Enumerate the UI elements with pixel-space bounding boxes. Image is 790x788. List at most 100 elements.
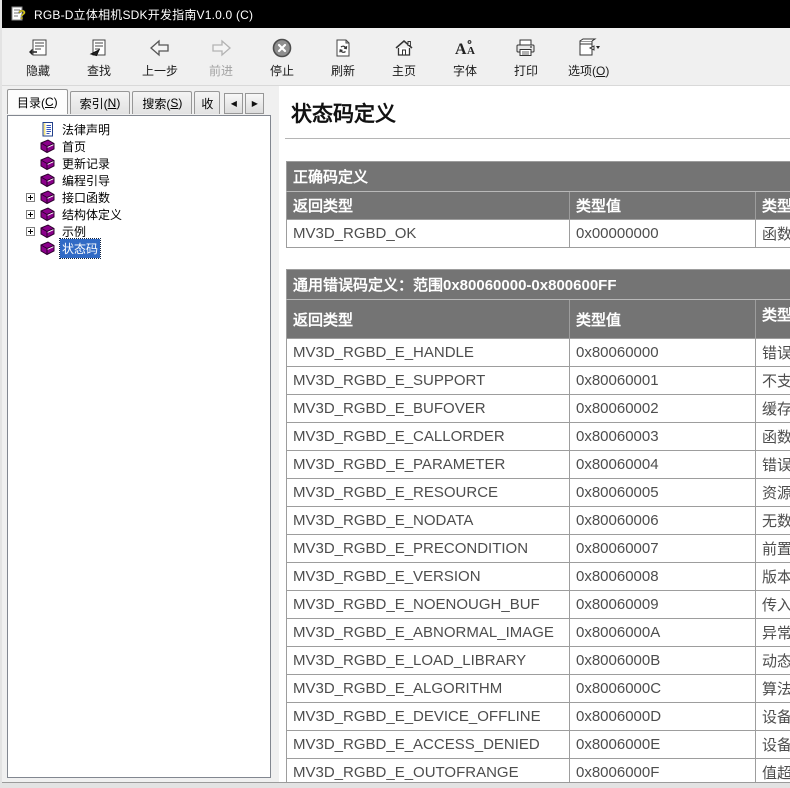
table-cell: 0x80060003 bbox=[570, 423, 756, 451]
options-button[interactable]: 选项(O) bbox=[561, 32, 616, 84]
success-codes-table: 正确码定义返回类型类型值类型值MV3D_RGBD_OK0x00000000函数调 bbox=[286, 161, 790, 248]
table-cell: MV3D_RGBD_E_ACCESS_DENIED bbox=[287, 731, 570, 759]
refresh-button[interactable]: 刷新 bbox=[317, 32, 369, 84]
home-icon bbox=[393, 36, 415, 60]
table-cell: 0x80060005 bbox=[570, 479, 756, 507]
table-cell: MV3D_RGBD_OK bbox=[287, 220, 570, 248]
back-button[interactable]: 上一步 bbox=[134, 32, 186, 84]
home-button[interactable]: 主页 bbox=[378, 32, 430, 84]
table-row: MV3D_RGBD_E_PARAMETER0x80060004错误的 bbox=[287, 451, 790, 479]
table-cell: 0x80060008 bbox=[570, 563, 756, 591]
table-cell: MV3D_RGBD_E_NODATA bbox=[287, 507, 570, 535]
book-icon bbox=[39, 224, 56, 239]
expand-plus-icon[interactable] bbox=[26, 227, 35, 236]
table-row: MV3D_RGBD_E_CALLORDER0x80060003函数调 bbox=[287, 423, 790, 451]
tree-item-示例[interactable]: 示例 bbox=[10, 223, 268, 240]
table-cell: 错误的 bbox=[756, 451, 790, 479]
tab-index[interactable]: 索引(N) bbox=[70, 91, 131, 114]
book-icon bbox=[39, 156, 56, 171]
locate-icon bbox=[88, 36, 110, 60]
table-cell: MV3D_RGBD_E_CALLORDER bbox=[287, 423, 570, 451]
tree-item-编程引导[interactable]: 编程引导 bbox=[10, 172, 268, 189]
table-row: MV3D_RGBD_OK0x00000000函数调 bbox=[287, 220, 790, 248]
tree-item-接口函数[interactable]: 接口函数 bbox=[10, 189, 268, 206]
table-caption: 正确码定义 bbox=[287, 162, 790, 192]
table-cell: MV3D_RGBD_E_ALGORITHM bbox=[287, 675, 570, 703]
titlebar[interactable]: ? RGB-D立体相机SDK开发指南V1.0.0 (C) bbox=[2, 0, 790, 28]
contents-tree: 法律声明首页更新记录编程引导接口函数结构体定义示例状态码 bbox=[7, 115, 271, 778]
tab-favorites[interactable]: 收 bbox=[194, 91, 220, 114]
table-row: MV3D_RGBD_E_BUFOVER0x80060002缓存已 bbox=[287, 395, 790, 423]
table-row: MV3D_RGBD_E_ALGORITHM0x8006000C算法错 bbox=[287, 675, 790, 703]
tab-scroll-right-button[interactable]: ▶ bbox=[245, 93, 264, 114]
back-icon bbox=[147, 36, 173, 60]
column-header: 返回类型 bbox=[287, 192, 570, 220]
error-codes-table: 通用错误码定义：范围0x80060000-0x800600FF返回类型类型值类型… bbox=[286, 269, 790, 782]
tab-scroll-left-button[interactable]: ◀ bbox=[224, 93, 243, 114]
table-cell: 0x8006000B bbox=[570, 647, 756, 675]
table-cell: 动态导 bbox=[756, 647, 790, 675]
expand-plus-icon[interactable] bbox=[26, 193, 35, 202]
table-cell: MV3D_RGBD_E_DEVICE_OFFLINE bbox=[287, 703, 570, 731]
table-row: MV3D_RGBD_E_ACCESS_DENIED0x8006000E设备无 bbox=[287, 731, 790, 759]
table-cell: 函数调 bbox=[756, 220, 790, 248]
tree-item-首页[interactable]: 首页 bbox=[10, 138, 268, 155]
table-row: MV3D_RGBD_E_LOAD_LIBRARY0x8006000B动态导 bbox=[287, 647, 790, 675]
table-row: MV3D_RGBD_E_VERSION0x80060008版本不 bbox=[287, 563, 790, 591]
toolbar-button-label: 前进 bbox=[209, 62, 233, 79]
title-divider bbox=[285, 138, 790, 139]
table-cell: MV3D_RGBD_E_NOENOUGH_BUF bbox=[287, 591, 570, 619]
table-cell: MV3D_RGBD_E_PARAMETER bbox=[287, 451, 570, 479]
book-icon bbox=[39, 241, 56, 256]
table-cell: 传入的 bbox=[756, 591, 790, 619]
toolbar-button-label: 上一步 bbox=[142, 62, 178, 79]
column-header: 类型值 bbox=[756, 300, 790, 339]
column-header: 返回类型 bbox=[287, 300, 570, 339]
table-cell: 0x00000000 bbox=[570, 220, 756, 248]
table-cell: 0x80060006 bbox=[570, 507, 756, 535]
book-icon bbox=[39, 173, 56, 188]
table-cell: MV3D_RGBD_E_LOAD_LIBRARY bbox=[287, 647, 570, 675]
tab-search[interactable]: 搜索(S) bbox=[132, 91, 192, 114]
table-cell: 前置条 bbox=[756, 535, 790, 563]
table-row: MV3D_RGBD_E_RESOURCE0x80060005资源申 bbox=[287, 479, 790, 507]
hide-icon bbox=[27, 36, 49, 60]
locate-button[interactable]: 查找 bbox=[73, 32, 125, 84]
table-cell: MV3D_RGBD_E_VERSION bbox=[287, 563, 570, 591]
tab-contents[interactable]: 目录(C) bbox=[7, 89, 68, 114]
toolbar-button-label: 选项(O) bbox=[568, 62, 609, 79]
tree-item-结构体定义[interactable]: 结构体定义 bbox=[10, 206, 268, 223]
column-header: 类型值 bbox=[570, 300, 756, 339]
table-cell: 值超出 bbox=[756, 759, 790, 783]
tree-item-法律声明[interactable]: 法律声明 bbox=[10, 121, 268, 138]
hide-button[interactable]: 隐藏 bbox=[12, 32, 64, 84]
table-cell: 版本不 bbox=[756, 563, 790, 591]
table-cell: 算法错 bbox=[756, 675, 790, 703]
table-cell: 0x80060001 bbox=[570, 367, 756, 395]
svg-text:?: ? bbox=[18, 7, 26, 22]
table-row: MV3D_RGBD_E_NOENOUGH_BUF0x80060009传入的 bbox=[287, 591, 790, 619]
table-cell: MV3D_RGBD_E_RESOURCE bbox=[287, 479, 570, 507]
forward-icon bbox=[208, 36, 234, 60]
font-button[interactable]: AA字体 bbox=[439, 32, 491, 84]
table-cell: 不支持 bbox=[756, 367, 790, 395]
stop-button[interactable]: 停止 bbox=[256, 32, 308, 84]
tree-item-更新记录[interactable]: 更新记录 bbox=[10, 155, 268, 172]
tree-item-状态码[interactable]: 状态码 bbox=[10, 240, 268, 257]
table-row: MV3D_RGBD_E_OUTOFRANGE0x8006000F值超出 bbox=[287, 759, 790, 783]
font-icon: AA bbox=[453, 36, 477, 60]
table-cell: 0x8006000E bbox=[570, 731, 756, 759]
tree-item-label: 状态码 bbox=[60, 239, 100, 258]
expand-plus-icon[interactable] bbox=[26, 210, 35, 219]
table-cell: 缓存已 bbox=[756, 395, 790, 423]
print-button[interactable]: 打印 bbox=[500, 32, 552, 84]
table-row: MV3D_RGBD_E_ABNORMAL_IMAGE0x8006000A异常图 bbox=[287, 619, 790, 647]
window-title: RGB-D立体相机SDK开发指南V1.0.0 (C) bbox=[34, 6, 253, 23]
table-cell: 错误或 bbox=[756, 339, 790, 367]
table-row: MV3D_RGBD_E_SUPPORT0x80060001不支持 bbox=[287, 367, 790, 395]
toolbar-button-label: 打印 bbox=[514, 62, 538, 79]
forward-button: 前进 bbox=[195, 32, 247, 84]
svg-text:A: A bbox=[467, 45, 475, 57]
options-icon bbox=[576, 36, 602, 60]
table-cell: MV3D_RGBD_E_BUFOVER bbox=[287, 395, 570, 423]
